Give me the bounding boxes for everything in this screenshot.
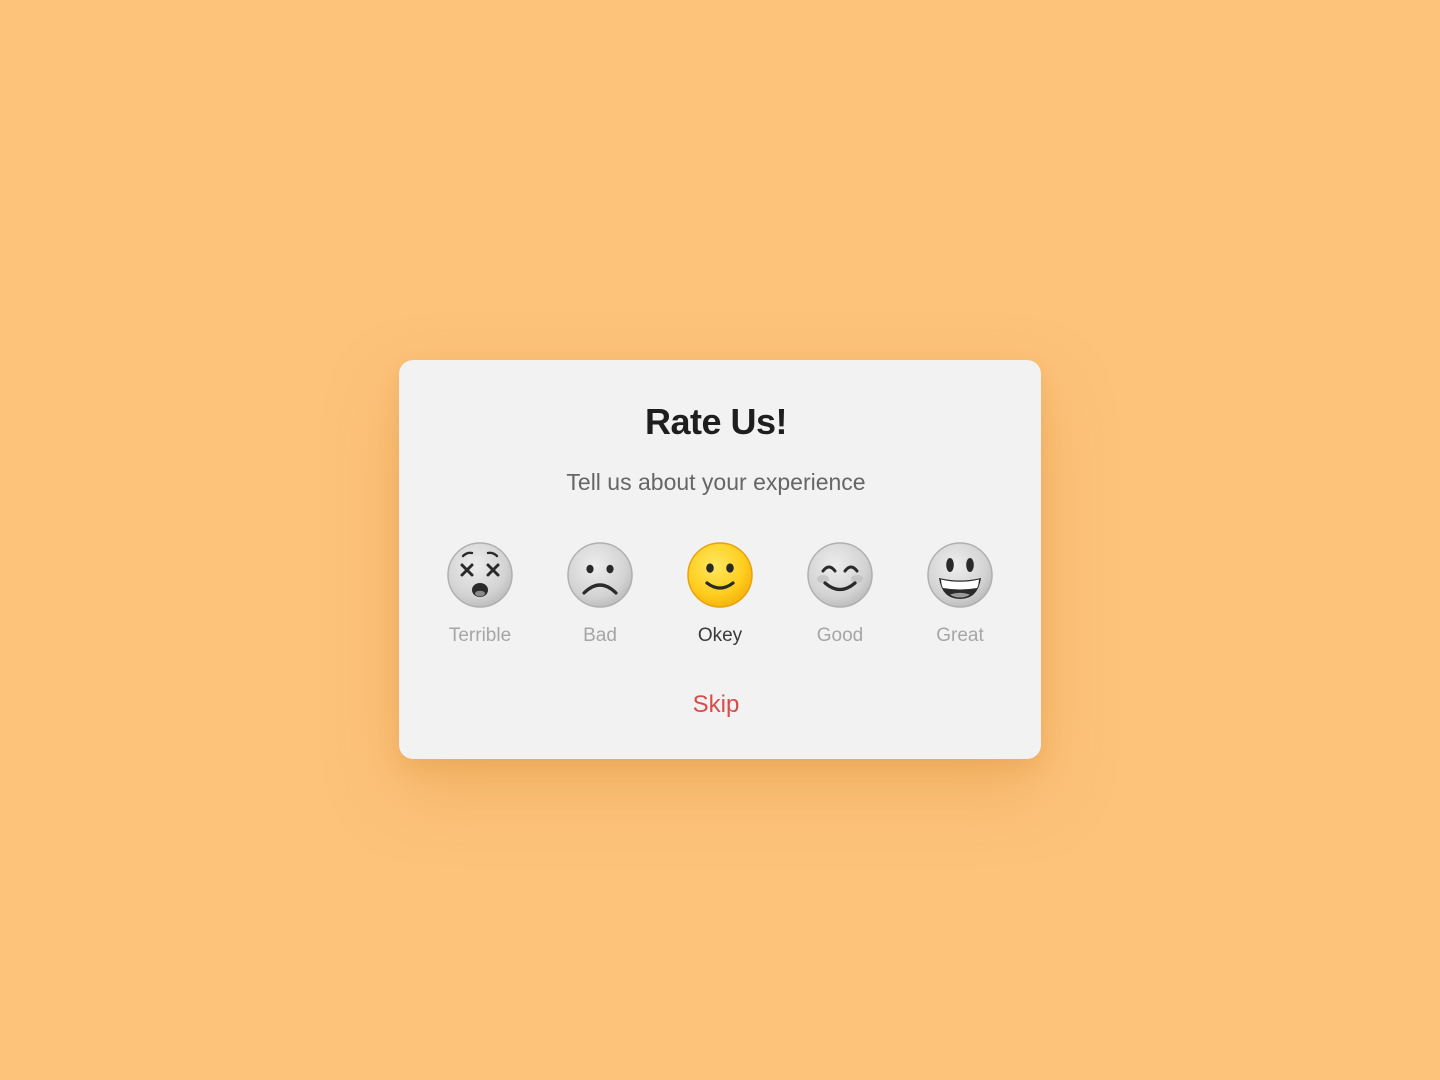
rating-option-bad[interactable]: Bad <box>540 541 660 649</box>
dizzy-face-icon <box>447 542 513 608</box>
dialog-subtitle: Tell us about your experience <box>566 469 866 495</box>
rating-label: Terrible <box>448 625 512 646</box>
rating-label: Great <box>936 625 984 646</box>
grinning-face-icon <box>927 542 993 608</box>
skip-button[interactable]: Skip <box>399 689 1041 721</box>
rating-options: Terrible Bad Okey Good Great <box>420 541 1020 649</box>
rating-option-good[interactable]: Good <box>780 541 900 649</box>
dialog-title: Rate Us! <box>644 401 788 442</box>
rating-dialog: Rate Us! Tell us about your experience T… <box>399 360 1041 759</box>
rating-label: Okey <box>697 625 743 646</box>
frowning-face-icon <box>567 542 633 608</box>
rating-option-terrible[interactable]: Terrible <box>420 541 540 649</box>
rating-option-okey[interactable]: Okey <box>660 541 780 649</box>
rating-option-great[interactable]: Great <box>900 541 1020 649</box>
smiling-eyes-face-icon <box>807 542 873 608</box>
rating-label: Good <box>816 625 864 646</box>
rating-label: Bad <box>583 625 617 646</box>
slightly-smiling-face-icon <box>687 542 753 608</box>
